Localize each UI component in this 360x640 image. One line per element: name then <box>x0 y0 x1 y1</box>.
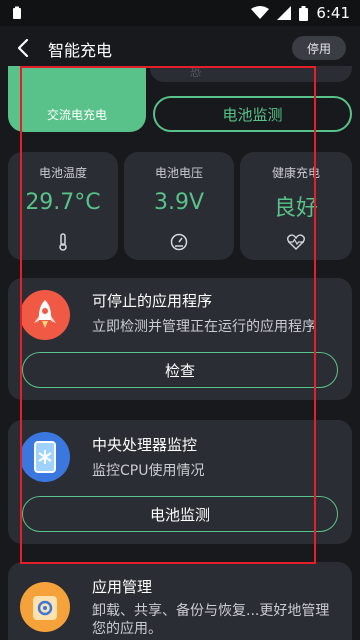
battery-icon <box>299 5 309 21</box>
wifi-icon <box>251 6 270 19</box>
signal-icon <box>277 6 292 20</box>
app-manage-glyph <box>33 596 57 620</box>
page-title: 智能充电 <box>48 41 113 60</box>
feature-card-app-management: 应用管理 卸载、共享、备份与恢复...更好地管理您的应用。 <box>8 562 352 640</box>
app-header: 智能充电 停用 <box>0 26 360 70</box>
notification-icon <box>13 6 21 19</box>
app-manage-icon <box>20 582 70 632</box>
back-arrow-icon[interactable] <box>12 36 36 60</box>
status-time: 6:41 <box>316 4 350 22</box>
highlight-frame <box>20 66 316 564</box>
status-bar: 6:41 <box>0 0 360 26</box>
stop-button[interactable]: 停用 <box>292 36 346 60</box>
feature-title: 应用管理 <box>92 578 153 596</box>
feature-description: 卸载、共享、备份与恢复...更好地管理您的应用。 <box>92 603 330 637</box>
